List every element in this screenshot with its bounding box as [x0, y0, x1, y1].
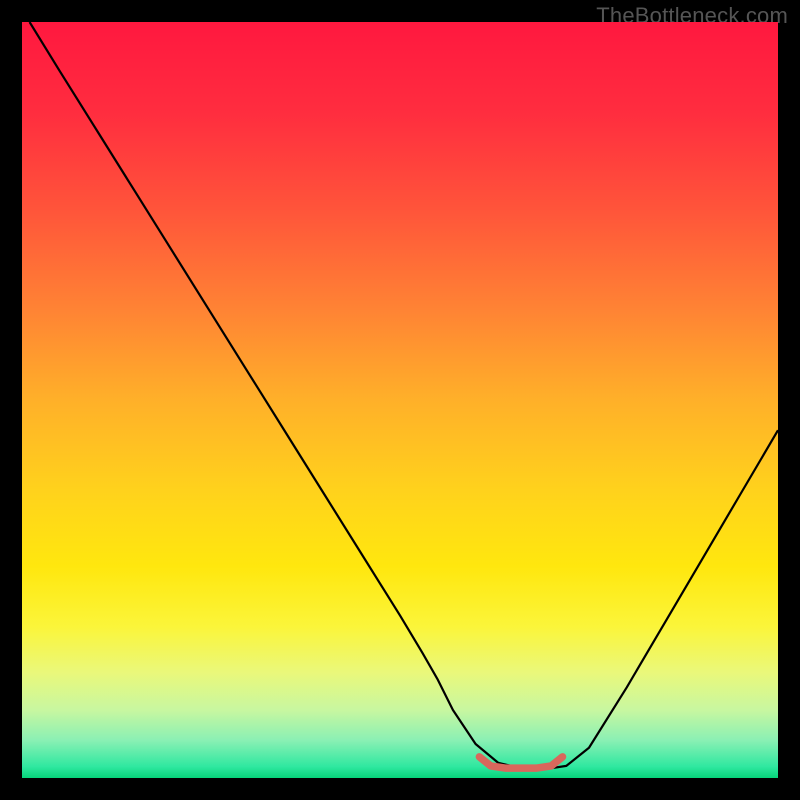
plot-area [22, 22, 778, 778]
chart-frame: TheBottleneck.com [0, 0, 800, 800]
chart-svg [22, 22, 778, 778]
gradient-background [22, 22, 778, 778]
